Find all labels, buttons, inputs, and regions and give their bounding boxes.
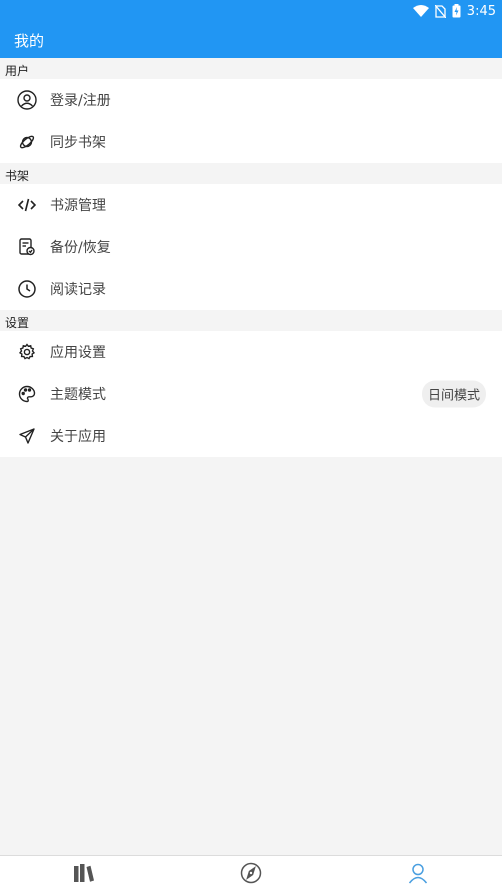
- source-manage-label: 书源管理: [50, 198, 106, 214]
- page-title: 我的: [14, 32, 45, 50]
- theme-mode-label: 主题模式: [50, 387, 106, 403]
- app-settings-item[interactable]: 应用设置: [0, 331, 502, 373]
- sync-bookshelf-label: 同步书架: [50, 135, 106, 151]
- backup-restore-label: 备份/恢复: [50, 240, 111, 256]
- wifi-icon: [412, 5, 429, 17]
- status-time: 3:45: [466, 3, 496, 19]
- user-icon: [16, 89, 38, 111]
- login-register-item[interactable]: 登录/注册: [0, 79, 502, 121]
- section-bookshelf: 书源管理 备份/恢复 阅读记录: [0, 184, 502, 310]
- reading-history-label: 阅读记录: [50, 282, 106, 298]
- bookshelf-icon: [73, 863, 95, 887]
- section-user: 登录/注册 同步书架: [0, 79, 502, 163]
- no-sim-icon: [434, 4, 446, 18]
- section-label-settings: 设置: [5, 316, 30, 330]
- code-icon: [16, 194, 38, 216]
- bottom-navigation: [0, 855, 502, 894]
- section-settings: 应用设置 主题模式 日间模式 关于应用: [0, 331, 502, 457]
- app-bar: 3:45 我的: [0, 0, 502, 58]
- compass-icon: [240, 862, 262, 888]
- about-app-item[interactable]: 关于应用: [0, 415, 502, 457]
- send-icon: [16, 425, 38, 447]
- theme-mode-value[interactable]: 日间模式: [421, 380, 486, 408]
- nav-discover[interactable]: [221, 856, 281, 894]
- login-register-label: 登录/注册: [50, 93, 111, 109]
- status-bar: 3:45: [0, 0, 502, 22]
- clock-icon: [16, 278, 38, 300]
- section-label-bookshelf: 书架: [5, 169, 30, 183]
- theme-mode-item[interactable]: 主题模式 日间模式: [0, 373, 502, 415]
- battery-icon: [452, 4, 461, 18]
- person-icon: [407, 862, 429, 888]
- palette-icon: [16, 383, 38, 405]
- about-app-label: 关于应用: [50, 429, 106, 445]
- nav-profile[interactable]: [388, 856, 448, 894]
- app-settings-label: 应用设置: [50, 345, 106, 361]
- nav-bookshelf[interactable]: [54, 856, 114, 894]
- reading-history-item[interactable]: 阅读记录: [0, 268, 502, 310]
- source-manage-item[interactable]: 书源管理: [0, 184, 502, 226]
- backup-restore-item[interactable]: 备份/恢复: [0, 226, 502, 268]
- section-label-user: 用户: [5, 64, 30, 78]
- gear-icon: [16, 341, 38, 363]
- backup-icon: [16, 236, 38, 258]
- sync-bookshelf-item[interactable]: 同步书架: [0, 121, 502, 163]
- planet-icon: [16, 131, 38, 153]
